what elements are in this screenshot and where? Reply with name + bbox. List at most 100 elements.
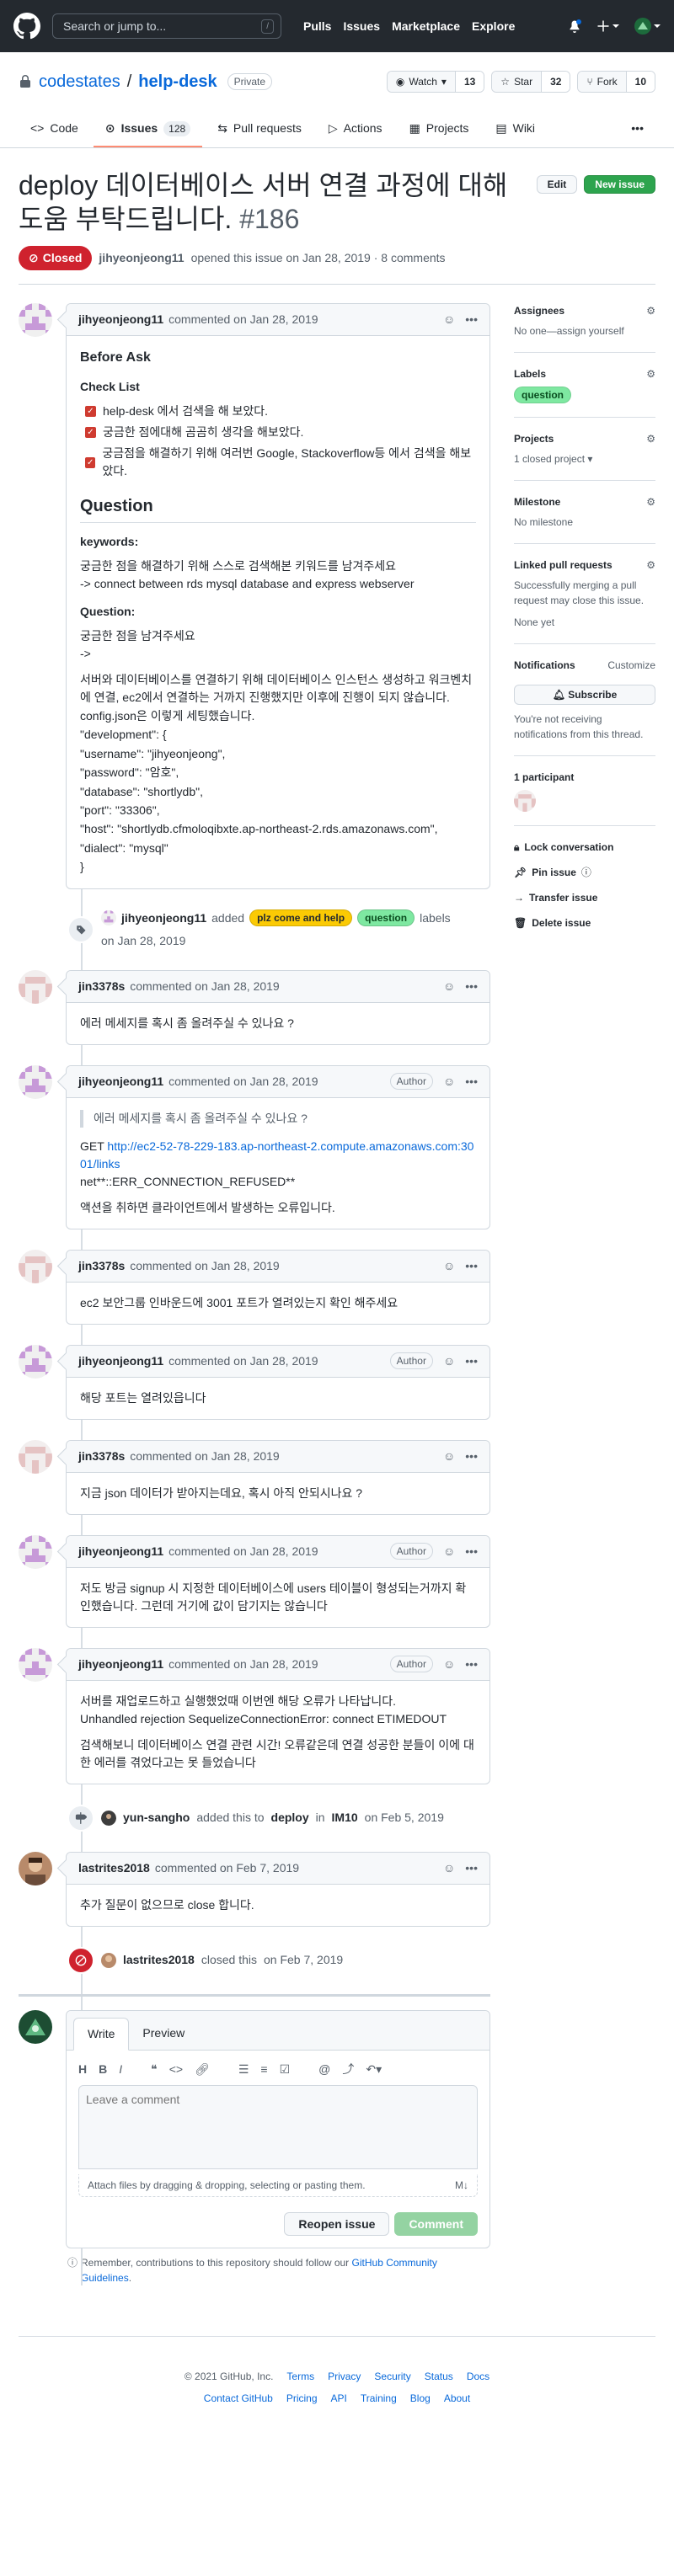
- watch-button[interactable]: ◉ Watch ▾ 13: [386, 71, 485, 93]
- footer-link-terms[interactable]: Terms: [286, 2369, 314, 2384]
- smiley-icon[interactable]: ☺: [443, 311, 455, 328]
- comment-time[interactable]: commented on Jan 28, 2019: [168, 311, 318, 328]
- comment-button[interactable]: Comment: [394, 2211, 478, 2236]
- milestone-deploy-link[interactable]: deploy: [271, 1809, 309, 1827]
- closed-project-toggle[interactable]: 1 closed project ▾: [514, 453, 592, 465]
- list-unordered-icon[interactable]: ☰: [238, 2061, 249, 2078]
- comment-author-link[interactable]: jin3378s: [78, 978, 125, 995]
- smiley-icon[interactable]: ☺: [443, 1543, 455, 1560]
- heading-button[interactable]: H: [78, 2061, 87, 2078]
- comment-time[interactable]: commented on Jan 28, 2019: [168, 1352, 318, 1370]
- checkbox-checked-icon[interactable]: ✓: [85, 456, 96, 468]
- tab-preview[interactable]: Preview: [129, 2018, 198, 2050]
- kebab-horizontal-icon[interactable]: •••: [465, 1656, 478, 1673]
- milestone-im10-link[interactable]: IM10: [332, 1809, 358, 1827]
- user-menu[interactable]: [634, 18, 661, 35]
- kebab-horizontal-icon[interactable]: •••: [465, 1859, 478, 1877]
- quote-icon[interactable]: ❝: [151, 2061, 158, 2078]
- gear-icon[interactable]: ⚙: [646, 431, 655, 446]
- fork-button[interactable]: ⑂ Fork 10: [577, 71, 655, 93]
- subscribe-button[interactable]: 🔔︎ Subscribe: [514, 685, 655, 705]
- tab-write[interactable]: Write: [73, 2017, 130, 2051]
- comment-time[interactable]: commented on Jan 28, 2019: [168, 1656, 318, 1673]
- tasklist-icon[interactable]: ☑: [280, 2061, 291, 2078]
- avatar[interactable]: [101, 910, 116, 926]
- smiley-icon[interactable]: ☺: [443, 1859, 455, 1877]
- checkbox-checked-icon[interactable]: ✓: [85, 427, 96, 438]
- transfer-issue-button[interactable]: → Transfer issue: [514, 890, 655, 905]
- gear-icon[interactable]: ⚙: [646, 366, 655, 381]
- star-button[interactable]: ☆ Star 32: [491, 71, 571, 93]
- kebab-horizontal-icon[interactable]: •••: [465, 978, 478, 995]
- lock-conversation-button[interactable]: 🔒︎ Lock conversation: [514, 840, 655, 855]
- comment-time[interactable]: commented on Jan 28, 2019: [130, 978, 279, 995]
- kebab-horizontal-icon[interactable]: •••: [465, 1352, 478, 1370]
- comment-author-link[interactable]: lastrites2018: [78, 1859, 150, 1877]
- nav-explore[interactable]: Explore: [472, 18, 515, 35]
- kebab-horizontal-icon[interactable]: •••: [465, 311, 478, 328]
- bold-button[interactable]: B: [99, 2061, 107, 2078]
- comment-time[interactable]: commented on Jan 28, 2019: [130, 1448, 279, 1465]
- comment-author-link[interactable]: jihyeonjeong11: [78, 1352, 163, 1370]
- comment-textarea[interactable]: [78, 2084, 478, 2169]
- comment-author-link[interactable]: jin3378s: [78, 1448, 125, 1465]
- create-new-dropdown[interactable]: [596, 19, 619, 33]
- avatar[interactable]: [19, 1344, 52, 1379]
- pin-issue-button[interactable]: 📌︎ Pin issue ⓘ: [514, 865, 655, 880]
- event-time[interactable]: on Jan 28, 2019: [101, 932, 185, 950]
- footer-link-contact[interactable]: Contact GitHub: [204, 2391, 273, 2406]
- footer-link-blog[interactable]: Blog: [410, 2391, 431, 2406]
- footer-link-about[interactable]: About: [444, 2391, 470, 2406]
- star-count[interactable]: 32: [542, 72, 570, 92]
- search-input[interactable]: Search or jump to... /: [52, 13, 281, 39]
- kebab-horizontal-icon[interactable]: •••: [465, 1257, 478, 1275]
- bell-icon[interactable]: [568, 19, 581, 33]
- reopen-issue-button[interactable]: Reopen issue: [284, 2211, 390, 2236]
- smiley-icon[interactable]: ☺: [443, 978, 455, 995]
- comment-time[interactable]: commented on Jan 28, 2019: [168, 1543, 318, 1560]
- footer-link-api[interactable]: API: [331, 2391, 347, 2406]
- new-issue-button[interactable]: New issue: [584, 175, 655, 194]
- error-url-link[interactable]: http://ec2-52-78-229-183.ap-northeast-2.…: [80, 1139, 473, 1171]
- gear-icon[interactable]: ⚙: [646, 557, 655, 573]
- comment-author-link[interactable]: jihyeonjeong11: [78, 311, 163, 328]
- avatar[interactable]: [19, 1851, 52, 1885]
- comment-author-link[interactable]: jin3378s: [78, 1257, 125, 1275]
- footer-link-docs[interactable]: Docs: [467, 2369, 489, 2384]
- comment-author-link[interactable]: jihyeonjeong11: [78, 1543, 163, 1560]
- comment-time[interactable]: commented on Jan 28, 2019: [168, 1073, 318, 1091]
- avatar[interactable]: [19, 1439, 52, 1474]
- nav-issues[interactable]: Issues: [343, 18, 380, 35]
- avatar[interactable]: [19, 1647, 52, 1682]
- repo-name-link[interactable]: help-desk: [138, 69, 217, 94]
- list-ordered-icon[interactable]: ≡: [260, 2061, 267, 2078]
- label-plz-come-and-help[interactable]: plz come and help: [249, 909, 353, 927]
- assign-yourself-link[interactable]: No one—assign yourself: [514, 325, 624, 337]
- avatar[interactable]: [19, 1534, 52, 1569]
- avatar[interactable]: [101, 1952, 116, 1968]
- fork-count[interactable]: 10: [626, 72, 655, 92]
- smiley-icon[interactable]: ☺: [443, 1073, 455, 1091]
- gear-icon[interactable]: ⚙: [646, 494, 655, 509]
- attach-files-zone[interactable]: Attach files by dragging & dropping, sel…: [78, 2173, 478, 2197]
- footer-link-privacy[interactable]: Privacy: [328, 2369, 361, 2384]
- markdown-icon[interactable]: M↓: [455, 2178, 468, 2193]
- avatar[interactable]: [101, 1810, 116, 1826]
- customize-link[interactable]: Customize: [607, 658, 655, 673]
- link-icon[interactable]: 🔗︎: [195, 2061, 210, 2078]
- avatar[interactable]: [19, 303, 52, 337]
- code-icon[interactable]: <>: [169, 2061, 183, 2078]
- tab-projects[interactable]: ▦ Projects: [398, 113, 481, 147]
- smiley-icon[interactable]: ☺: [443, 1448, 455, 1465]
- italic-button[interactable]: I: [119, 2061, 122, 2078]
- comment-author-link[interactable]: jihyeonjeong11: [78, 1656, 163, 1673]
- label-question[interactable]: question: [514, 387, 571, 403]
- footer-link-security[interactable]: Security: [374, 2369, 410, 2384]
- footer-link-status[interactable]: Status: [425, 2369, 453, 2384]
- github-logo-icon[interactable]: [13, 13, 40, 40]
- delete-issue-button[interactable]: 🗑︎ Delete issue: [514, 915, 655, 931]
- avatar[interactable]: [514, 790, 536, 812]
- smiley-icon[interactable]: ☺: [443, 1352, 455, 1370]
- footer-link-training[interactable]: Training: [361, 2391, 397, 2406]
- tab-wiki[interactable]: ▤ Wiki: [484, 113, 547, 147]
